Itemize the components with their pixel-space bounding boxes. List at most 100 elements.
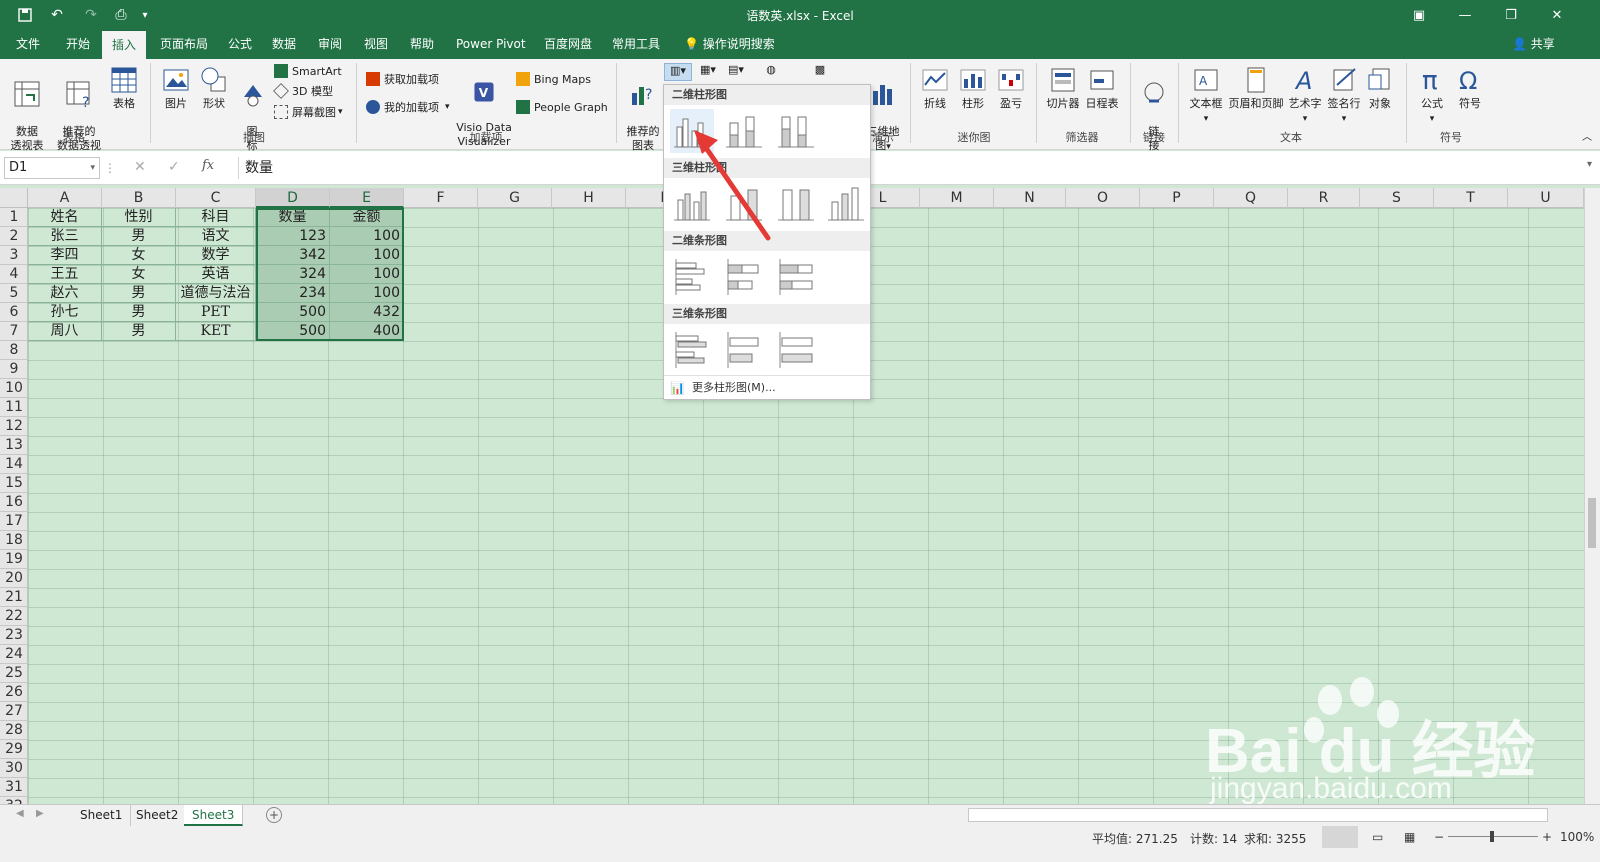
- table-cell[interactable]: 性别: [102, 208, 176, 227]
- normal-view-icon[interactable]: [1322, 826, 1358, 848]
- waterfall-chart-button[interactable]: ▤▾: [724, 63, 748, 81]
- 3d-100-stacked-bar-option[interactable]: [774, 328, 818, 372]
- bing-maps-button[interactable]: Bing Maps: [516, 70, 591, 88]
- share-button[interactable]: 👤 共享: [1512, 30, 1555, 59]
- row-header[interactable]: 18: [0, 531, 28, 550]
- header-footer-button[interactable]: 页眉和页脚: [1228, 65, 1284, 111]
- table-cell[interactable]: 王五: [28, 265, 102, 284]
- insert-function-icon[interactable]: fx: [202, 158, 214, 173]
- table-cell[interactable]: 金额: [330, 208, 404, 227]
- table-cell[interactable]: 100: [330, 265, 404, 284]
- row-header[interactable]: 27: [0, 702, 28, 721]
- column-header[interactable]: D: [256, 188, 330, 208]
- tab-data[interactable]: 数据: [272, 30, 296, 59]
- table-cell[interactable]: 500: [256, 303, 330, 322]
- sparkline-winloss-button[interactable]: 盈亏: [994, 65, 1028, 111]
- row-header[interactable]: 14: [0, 455, 28, 474]
- zoom-in-icon[interactable]: +: [1542, 830, 1552, 844]
- restore-icon[interactable]: ❐: [1488, 0, 1534, 30]
- table-cell[interactable]: 周八: [28, 322, 102, 341]
- row-header[interactable]: 6: [0, 303, 28, 322]
- table-cell[interactable]: 姓名: [28, 208, 102, 227]
- row-header[interactable]: 8: [0, 341, 28, 360]
- column-header[interactable]: R: [1288, 188, 1360, 208]
- textbox-button[interactable]: A 文本框 ▾: [1186, 65, 1226, 126]
- row-header[interactable]: 3: [0, 246, 28, 265]
- row-header[interactable]: 1: [0, 208, 28, 227]
- horizontal-scrollbar[interactable]: [968, 808, 1548, 822]
- slicer-button[interactable]: 切片器: [1046, 65, 1080, 111]
- sparkline-column-button[interactable]: 柱形: [956, 65, 990, 111]
- ribbon-display-icon[interactable]: ▣: [1396, 0, 1442, 30]
- row-header[interactable]: 29: [0, 740, 28, 759]
- table-cell[interactable]: 女: [102, 246, 176, 265]
- tell-me-search[interactable]: 💡 操作说明搜索: [684, 30, 775, 59]
- people-graph-button[interactable]: People Graph: [516, 98, 608, 116]
- row-header[interactable]: 11: [0, 398, 28, 417]
- column-header[interactable]: C: [176, 188, 256, 208]
- row-header[interactable]: 20: [0, 569, 28, 588]
- symbol-button[interactable]: Ω 符号: [1452, 65, 1488, 111]
- row-header[interactable]: 12: [0, 417, 28, 436]
- recommended-charts-button[interactable]: ? 推荐的 图表: [624, 65, 662, 153]
- shapes-button[interactable]: 形状: [198, 65, 230, 111]
- row-header[interactable]: 4: [0, 265, 28, 284]
- column-header[interactable]: E: [330, 188, 404, 208]
- column-header[interactable]: G: [478, 188, 552, 208]
- 3d-model-button[interactable]: 3D 模型: [273, 82, 333, 100]
- table-cell[interactable]: 500: [256, 322, 330, 341]
- cancel-icon[interactable]: ✕: [134, 159, 146, 175]
- row-header[interactable]: 2: [0, 227, 28, 246]
- column-header[interactable]: P: [1140, 188, 1214, 208]
- table-cell[interactable]: 男: [102, 322, 176, 341]
- zoom-out-icon[interactable]: −: [1434, 830, 1444, 844]
- select-all-corner[interactable]: [0, 188, 28, 208]
- tab-view[interactable]: 视图: [364, 30, 388, 59]
- object-button[interactable]: 对象: [1364, 65, 1396, 111]
- 3d-column-option[interactable]: [824, 182, 868, 226]
- row-header[interactable]: 25: [0, 664, 28, 683]
- table-cell[interactable]: 100: [330, 246, 404, 265]
- table-cell[interactable]: 324: [256, 265, 330, 284]
- collapse-ribbon-icon[interactable]: ︿: [1580, 131, 1594, 145]
- tab-page-layout[interactable]: 页面布局: [160, 30, 208, 59]
- minimize-icon[interactable]: —: [1442, 0, 1488, 30]
- sheet-tab[interactable]: Sheet2: [128, 805, 188, 826]
- add-sheet-icon[interactable]: +: [266, 807, 282, 823]
- column-header[interactable]: O: [1066, 188, 1140, 208]
- enter-icon[interactable]: ✓: [168, 159, 180, 175]
- table-cell[interactable]: PET: [176, 303, 256, 322]
- tab-common-tools[interactable]: 常用工具: [612, 30, 660, 59]
- table-cell[interactable]: 男: [102, 303, 176, 322]
- table-cell[interactable]: 科目: [176, 208, 256, 227]
- signature-line-button[interactable]: 签名行 ▾: [1326, 65, 1362, 126]
- table-cell[interactable]: 100: [330, 284, 404, 303]
- row-header[interactable]: 30: [0, 759, 28, 778]
- row-header[interactable]: 21: [0, 588, 28, 607]
- table-button[interactable]: 表格: [108, 65, 140, 111]
- column-header[interactable]: U: [1508, 188, 1584, 208]
- formula-input[interactable]: 数量: [238, 157, 1594, 179]
- row-header[interactable]: 10: [0, 379, 28, 398]
- table-cell[interactable]: 数量: [256, 208, 330, 227]
- zoom-slider-thumb[interactable]: [1490, 831, 1494, 842]
- column-header[interactable]: A: [28, 188, 102, 208]
- close-icon[interactable]: ✕: [1534, 0, 1580, 30]
- table-cell[interactable]: 男: [102, 284, 176, 303]
- column-header[interactable]: F: [404, 188, 478, 208]
- my-addins-button[interactable]: 我的加载项 ▾: [366, 98, 450, 116]
- tab-file[interactable]: 文件: [16, 30, 40, 59]
- table-cell[interactable]: 李四: [28, 246, 102, 265]
- row-header[interactable]: 16: [0, 493, 28, 512]
- smartart-button[interactable]: SmartArt: [274, 62, 342, 80]
- row-header[interactable]: 7: [0, 322, 28, 341]
- clustered-bar-option[interactable]: [670, 255, 714, 299]
- sparkline-line-button[interactable]: 折线: [918, 65, 952, 111]
- 100-stacked-bar-option[interactable]: [774, 255, 818, 299]
- column-header[interactable]: B: [102, 188, 176, 208]
- table-cell[interactable]: 张三: [28, 227, 102, 246]
- row-header[interactable]: 9: [0, 360, 28, 379]
- wordart-button[interactable]: A 艺术字 ▾: [1288, 65, 1322, 126]
- row-header[interactable]: 31: [0, 778, 28, 797]
- row-header[interactable]: 22: [0, 607, 28, 626]
